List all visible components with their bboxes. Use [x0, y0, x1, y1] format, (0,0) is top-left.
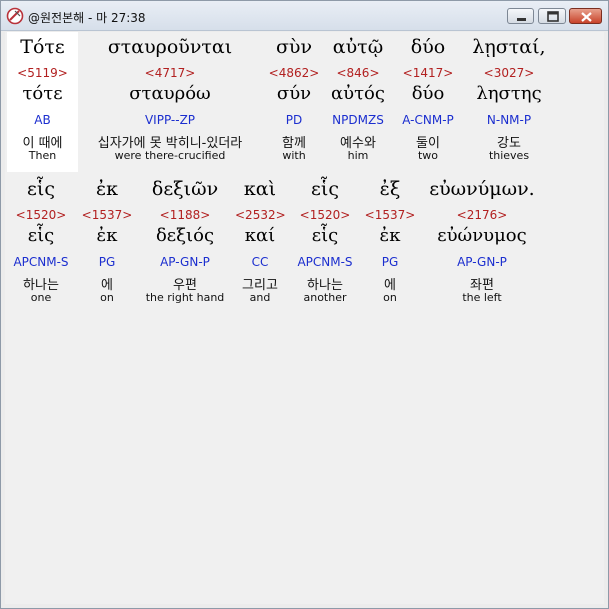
lemma-word[interactable]: αὐτός	[325, 83, 391, 104]
strong-number[interactable]: <1537>	[79, 208, 135, 222]
strong-number[interactable]: <1188>	[137, 208, 233, 222]
lemma-word[interactable]: καί	[235, 225, 285, 246]
close-icon	[581, 12, 592, 22]
greek-word[interactable]: δεξιῶν	[137, 178, 233, 200]
morph-code[interactable]: PG	[79, 255, 135, 269]
lemma-word[interactable]: σύν	[265, 83, 323, 104]
english-gloss[interactable]: him	[325, 149, 391, 162]
morph-code[interactable]: APCNM-S	[7, 255, 75, 269]
greek-word[interactable]: εἷς	[290, 178, 360, 200]
greek-word[interactable]: λῃσταί,	[463, 36, 555, 58]
morph-code[interactable]: PD	[265, 113, 323, 127]
strong-number[interactable]: <2176>	[420, 208, 544, 222]
greek-word[interactable]: αὐτῷ	[325, 36, 391, 58]
app-window: @원전본해 - 마 27:38 Τότε <5119> τότε AB 이 때에…	[0, 0, 609, 609]
strong-number[interactable]: <2532>	[235, 208, 286, 222]
strong-number[interactable]: <3027>	[463, 66, 555, 80]
strong-number[interactable]: <1520>	[290, 208, 360, 222]
close-button[interactable]	[569, 8, 602, 24]
app-logo-icon[interactable]	[6, 7, 24, 25]
greek-word[interactable]: σταυροῦνται	[80, 36, 260, 58]
morph-code[interactable]: VIPP--ZP	[80, 113, 260, 127]
lemma-word[interactable]: δεξιός	[137, 225, 233, 246]
english-gloss[interactable]: with	[265, 149, 323, 162]
maximize-icon	[547, 11, 559, 22]
greek-word[interactable]: ἐξ	[362, 178, 418, 200]
english-gloss[interactable]: another	[290, 291, 360, 304]
english-gloss[interactable]: were there-crucified	[80, 149, 260, 162]
greek-word[interactable]: Τότε	[10, 36, 75, 58]
greek-word[interactable]: σὺν	[265, 36, 323, 58]
english-gloss[interactable]: and	[235, 291, 285, 304]
lemma-word[interactable]: ληστης	[463, 83, 555, 104]
lemma-word[interactable]: ἐκ	[362, 225, 418, 246]
morph-code[interactable]: A-CNM-P	[395, 113, 461, 127]
english-gloss[interactable]: the right hand	[137, 291, 233, 304]
greek-word[interactable]: καὶ	[235, 178, 285, 200]
interlinear-pane[interactable]: Τότε <5119> τότε AB 이 때에 Then σταυροῦντα…	[5, 32, 604, 604]
greek-word[interactable]: ἐκ	[79, 178, 135, 200]
morph-code[interactable]: AP-GN-P	[137, 255, 233, 269]
english-gloss[interactable]: on	[79, 291, 135, 304]
lemma-word[interactable]: δύο	[395, 83, 461, 104]
strong-number[interactable]: <1417>	[395, 66, 461, 80]
morph-code[interactable]: AP-GN-P	[420, 255, 544, 269]
lemma-word[interactable]: εἷς	[7, 225, 75, 246]
lemma-word[interactable]: σταυρόω	[80, 83, 260, 104]
morph-code[interactable]: CC	[235, 255, 285, 269]
minimize-button[interactable]	[507, 8, 534, 24]
english-gloss[interactable]: on	[362, 291, 418, 304]
english-gloss[interactable]: two	[395, 149, 461, 162]
english-gloss[interactable]: the left	[420, 291, 544, 304]
lemma-word[interactable]: εἷς	[290, 225, 360, 246]
minimize-icon	[517, 18, 526, 21]
morph-code[interactable]: PG	[362, 255, 418, 269]
morph-code[interactable]: N-NM-P	[463, 113, 555, 127]
morph-code[interactable]: APCNM-S	[290, 255, 360, 269]
greek-word[interactable]: δύο	[395, 36, 461, 58]
strong-number[interactable]: <4862>	[265, 66, 323, 80]
english-gloss[interactable]: one	[7, 291, 75, 304]
lemma-word[interactable]: εὐώνυμος	[420, 225, 544, 246]
morph-code[interactable]: AB	[10, 113, 75, 127]
maximize-button[interactable]	[538, 8, 566, 24]
title-bar[interactable]: @원전본해 - 마 27:38	[1, 1, 608, 31]
strong-number[interactable]: <1520>	[7, 208, 75, 222]
strong-number[interactable]: <4717>	[80, 66, 260, 80]
strong-number[interactable]: <846>	[325, 66, 391, 80]
lemma-word[interactable]: ἐκ	[79, 225, 135, 246]
window-title: @원전본해 - 마 27:38	[28, 11, 146, 25]
strong-number[interactable]: <5119>	[10, 66, 75, 80]
greek-word[interactable]: εἷς	[7, 178, 75, 200]
morph-code[interactable]: NPDMZS	[325, 113, 391, 127]
lemma-word[interactable]: τότε	[10, 83, 75, 104]
strong-number[interactable]: <1537>	[362, 208, 418, 222]
english-gloss[interactable]: thieves	[463, 149, 555, 162]
greek-word[interactable]: εὐωνύμων.	[420, 178, 544, 200]
english-gloss[interactable]: Then	[10, 149, 75, 162]
